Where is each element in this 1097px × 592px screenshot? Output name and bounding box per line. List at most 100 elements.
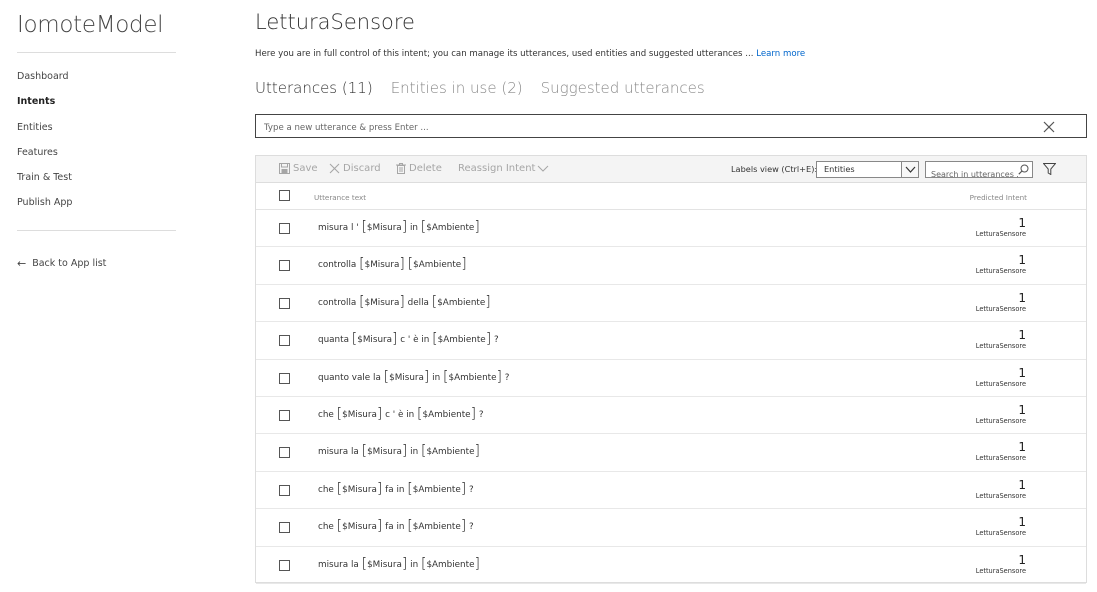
- tab-entities-in-use[interactable]: Entities in use (2): [391, 79, 523, 97]
- sidebar-divider: [17, 52, 176, 53]
- utterance-text[interactable]: quanta [$Misura] c ' è in [$Ambiente] ?: [318, 332, 499, 346]
- row-checkbox[interactable]: [279, 297, 290, 309]
- predicted-intent-cell[interactable]: 1 LetturaSensore: [976, 217, 1026, 239]
- table-row[interactable]: quanta [$Misura] c ' è in [$Ambiente] ? 1…: [256, 322, 1086, 360]
- sidebar-item-train-test[interactable]: Train & Test: [17, 172, 72, 197]
- row-checkbox[interactable]: [279, 372, 290, 384]
- table-row[interactable]: misura l ' [$Misura] in [$Ambiente] 1 Lett…: [256, 210, 1086, 248]
- utterance-word: che: [318, 484, 337, 495]
- labels-view-select[interactable]: Entities: [816, 161, 919, 178]
- select-all-checkbox[interactable]: [279, 190, 290, 201]
- table-row[interactable]: che [$Misura] c ' è in [$Ambiente] ? 1 Let…: [256, 397, 1086, 435]
- entity-label[interactable]: [$Misura]: [337, 482, 383, 496]
- new-utterance-input[interactable]: [256, 117, 1046, 139]
- predicted-intent-cell[interactable]: 1 LetturaSensore: [975, 553, 1026, 576]
- filter-icon[interactable]: [1043, 163, 1056, 175]
- save-button[interactable]: Save: [279, 163, 318, 174]
- entity-name: $Ambiente: [437, 335, 486, 346]
- entity-label[interactable]: [$Misura]: [337, 519, 383, 533]
- utterance-word: ?: [466, 522, 474, 533]
- utterance-text[interactable]: che [$Misura] fa in [$Ambiente] ?: [318, 482, 474, 496]
- utterance-text[interactable]: misura l ' [$Misura] in [$Ambiente]: [318, 220, 480, 234]
- column-header-utterance[interactable]: Utterance text: [314, 193, 366, 202]
- row-checkbox[interactable]: [279, 223, 290, 234]
- entity-label[interactable]: [$Ambiente]: [421, 444, 480, 458]
- entity-label[interactable]: [$Ambiente]: [417, 407, 476, 421]
- sidebar-item-features[interactable]: Features: [17, 147, 72, 172]
- predicted-intent-cell[interactable]: 1 LetturaSensore: [976, 441, 1026, 463]
- table-row[interactable]: che [$Misura] fa in [$Ambiente] ? 1 Lettur…: [256, 472, 1086, 510]
- predicted-intent-cell[interactable]: 1 LetturaSensore: [976, 516, 1026, 538]
- predicted-intent-name: LetturaSensore: [975, 304, 1026, 313]
- utterance-text[interactable]: quanto vale la [$Misura] in [$Ambiente] …: [318, 370, 510, 384]
- utterance-text[interactable]: che [$Misura] c ' è in [$Ambiente] ?: [318, 407, 484, 421]
- entity-label[interactable]: [$Misura]: [361, 220, 407, 234]
- utterance-word: in: [429, 372, 443, 383]
- row-checkbox[interactable]: [279, 522, 290, 534]
- entity-label[interactable]: [$Misura]: [362, 444, 408, 458]
- entity-label[interactable]: [$Misura]: [359, 295, 405, 309]
- entity-name: $Misura: [367, 559, 402, 570]
- prediction-score: 1: [1018, 216, 1026, 230]
- dropdown-button[interactable]: [901, 162, 918, 177]
- entity-label[interactable]: [$Ambiente]: [407, 519, 466, 533]
- entity-label[interactable]: [$Misura]: [362, 557, 408, 571]
- grid-toolbar: Save Discard Delete Reassign Intent Labe…: [256, 156, 1086, 183]
- entity-label[interactable]: [$Misura]: [352, 332, 398, 346]
- utterance-word: ?: [502, 372, 510, 383]
- row-checkbox[interactable]: [279, 559, 290, 571]
- reassign-intent-button[interactable]: Reassign Intent: [458, 163, 552, 174]
- table-row[interactable]: quanto vale la [$Misura] in [$Ambiente] …: [256, 360, 1086, 397]
- entity-label[interactable]: [$Ambiente]: [407, 482, 466, 496]
- utterance-text[interactable]: controlla [$Misura] [$Ambiente]: [318, 257, 467, 271]
- search-utterances-input[interactable]: [926, 167, 1018, 182]
- row-checkbox[interactable]: [279, 409, 290, 421]
- entity-label[interactable]: [$Ambiente]: [408, 257, 467, 271]
- predicted-intent-cell[interactable]: 1 LetturaSensore: [976, 366, 1026, 389]
- close-icon[interactable]: [1042, 120, 1056, 134]
- search-icon[interactable]: [1018, 164, 1029, 175]
- learn-more-link[interactable]: Learn more: [756, 49, 805, 59]
- predicted-intent-cell[interactable]: 1 LetturaSensore: [976, 478, 1026, 501]
- entity-label[interactable]: [$Ambiente]: [421, 220, 480, 234]
- column-header-predicted-intent[interactable]: Predicted Intent: [970, 193, 1027, 202]
- predicted-intent-cell[interactable]: 1 LetturaSensore: [976, 403, 1026, 426]
- predicted-intent-name: LetturaSensore: [975, 566, 1026, 575]
- delete-button[interactable]: Delete: [396, 163, 442, 174]
- utterance-text[interactable]: controlla [$Misura] della [$Ambiente]: [318, 295, 491, 309]
- table-row[interactable]: che [$Misura] fa in [$Ambiente] ? 1 Lettur…: [256, 509, 1086, 547]
- sidebar-item-publish-app[interactable]: Publish App: [17, 197, 72, 222]
- entity-label[interactable]: [$Ambiente]: [443, 370, 502, 384]
- utterance-text[interactable]: misura la [$Misura] in [$Ambiente]: [318, 444, 480, 458]
- predicted-intent-cell[interactable]: 1 LetturaSensore: [975, 291, 1026, 314]
- utterance-text[interactable]: misura la [$Misura] in [$Ambiente]: [318, 557, 480, 571]
- entity-label[interactable]: [$Ambiente]: [432, 295, 491, 309]
- table-row[interactable]: controlla [$Misura] della [$Ambiente] 1 Le…: [256, 285, 1086, 323]
- entity-label[interactable]: [$Ambiente]: [421, 557, 480, 571]
- tab-utterances[interactable]: Utterances (11): [255, 79, 373, 97]
- close-icon: [329, 163, 340, 174]
- entity-label[interactable]: [$Ambiente]: [432, 332, 491, 346]
- row-checkbox[interactable]: [279, 335, 290, 347]
- table-row[interactable]: controlla [$Misura] [$Ambiente] 1 LetturaS…: [256, 247, 1086, 285]
- app-title[interactable]: IomoteModel: [17, 12, 164, 38]
- table-row[interactable]: misura la [$Misura] in [$Ambiente] 1 Lettu…: [256, 434, 1086, 472]
- sidebar-item-dashboard[interactable]: Dashboard: [17, 71, 72, 96]
- tab-suggested-utterances[interactable]: Suggested utterances: [541, 79, 705, 97]
- utterance-word: ?: [476, 409, 484, 420]
- discard-button[interactable]: Discard: [329, 163, 381, 174]
- entity-label[interactable]: [$Misura]: [384, 370, 430, 384]
- utterance-text[interactable]: che [$Misura] fa in [$Ambiente] ?: [318, 519, 474, 533]
- predicted-intent-cell[interactable]: 1 LetturaSensore: [976, 254, 1026, 276]
- entity-label[interactable]: [$Misura]: [359, 257, 405, 271]
- table-row[interactable]: misura la [$Misura] in [$Ambiente] 1 Lettu…: [256, 547, 1086, 584]
- entity-label[interactable]: [$Misura]: [337, 407, 383, 421]
- predicted-intent-cell[interactable]: 1 LetturaSensore: [976, 329, 1026, 351]
- back-to-app-list-link[interactable]: ← Back to App list: [17, 257, 106, 270]
- entity-name: $Ambiente: [426, 223, 475, 233]
- sidebar-item-entities[interactable]: Entities: [17, 122, 72, 147]
- sidebar-item-intents[interactable]: Intents: [17, 96, 72, 121]
- row-checkbox[interactable]: [279, 260, 290, 272]
- row-checkbox[interactable]: [279, 447, 290, 459]
- row-checkbox[interactable]: [279, 484, 290, 496]
